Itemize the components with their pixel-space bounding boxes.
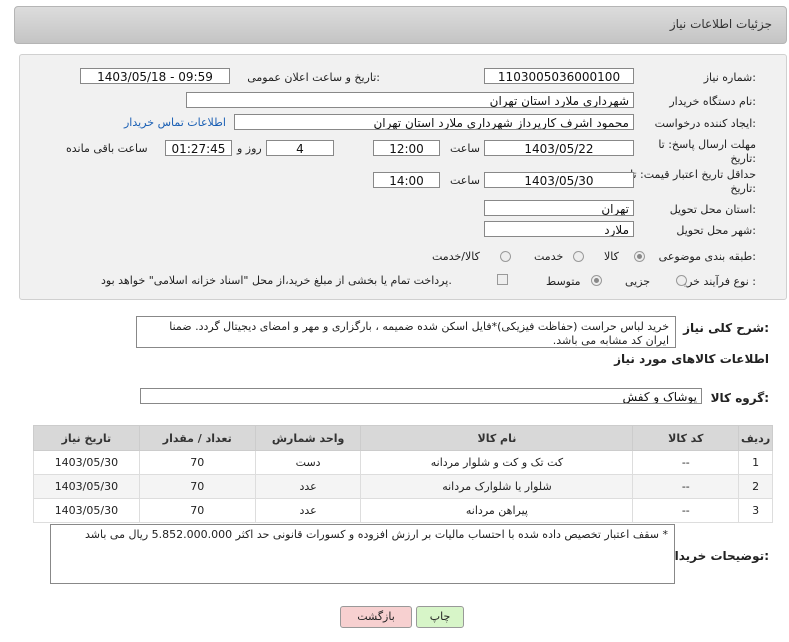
creator-label: ایجاد کننده درخواست: xyxy=(654,117,756,130)
treasury-payment-checkbox[interactable] xyxy=(497,274,508,285)
col-name-header: نام کالا xyxy=(360,425,634,451)
remaining-time-label: ساعت باقی مانده xyxy=(66,142,148,155)
description-label: شرح کلی نیاز: xyxy=(683,321,769,335)
row-unit: دست xyxy=(254,450,362,475)
row-qty: 70 xyxy=(138,498,256,523)
row-qty: 70 xyxy=(138,474,256,499)
process-label: نوع فرآیند خرید : xyxy=(678,275,756,288)
buyer-contact-link[interactable]: اطلاعات تماس خریدار xyxy=(124,116,226,129)
remaining-time-field: 01:27:45 xyxy=(165,140,232,156)
buyer-notes-label: توضیحات خریدار: xyxy=(667,549,769,563)
process-minor-label: جزیی xyxy=(625,275,651,288)
row-name: کت تک و کت و شلوار مردانه xyxy=(360,450,634,475)
category-goods-radio[interactable] xyxy=(634,251,645,262)
city-label: شهر محل تحویل: xyxy=(676,224,756,237)
row-number: 3 xyxy=(738,498,773,523)
price-validity-label: حداقل تاریخ اعتبار قیمت: تا xyxy=(630,168,756,181)
page-header: جزئیات اطلاعات نیاز xyxy=(14,6,787,44)
print-button[interactable]: چاپ xyxy=(416,606,464,628)
row-name: پیراهن مردانه xyxy=(360,498,634,523)
table-row: 2 -- شلوار یا شلوارک مردانه عدد 70 1403/… xyxy=(33,474,773,499)
reply-time-label: ساعت xyxy=(450,142,480,155)
process-minor-radio[interactable] xyxy=(676,275,687,286)
goods-group-field: پوشاک و کفش xyxy=(140,388,702,404)
days-remaining-field: 4 xyxy=(266,140,334,156)
category-service-radio[interactable] xyxy=(573,251,584,262)
row-number: 1 xyxy=(738,450,773,475)
back-button[interactable]: بازگشت xyxy=(340,606,412,628)
price-time-label: ساعت xyxy=(450,174,480,187)
goods-group-label: گروه کالا: xyxy=(710,391,769,405)
goods-section-title: اطلاعات کالاهای مورد نیاز xyxy=(614,352,769,366)
row-code: -- xyxy=(632,474,740,499)
row-unit: عدد xyxy=(254,474,362,499)
price-time-field: 14:00 xyxy=(373,172,440,188)
row-date: 1403/05/30 xyxy=(33,498,140,523)
reply-deadline-label-date: تاریخ: xyxy=(730,152,756,165)
page-title: جزئیات اطلاعات نیاز xyxy=(669,17,772,31)
need-number-label: شماره نیاز: xyxy=(703,71,756,84)
province-field: تهران xyxy=(484,200,634,216)
table-row: 3 -- پیراهن مردانه عدد 70 1403/05/30 xyxy=(33,498,773,523)
price-validity-label-date: تاریخ: xyxy=(730,182,756,195)
buyer-org-label: نام دستگاه خریدار: xyxy=(669,95,756,108)
row-unit: عدد xyxy=(254,498,362,523)
days-label: روز و xyxy=(237,142,262,155)
table-row: 1 -- کت تک و کت و شلوار مردانه دست 70 14… xyxy=(33,450,773,475)
reply-deadline-label: مهلت ارسال پاسخ: تا xyxy=(658,138,756,151)
row-date: 1403/05/30 xyxy=(33,450,140,475)
buyer-org-field: شهرداری ملارد استان تهران xyxy=(186,92,634,108)
treasury-payment-note: پرداخت تمام یا بخشی از مبلغ خرید،از محل … xyxy=(101,274,452,287)
need-number-field: 1103005036000100 xyxy=(484,68,634,84)
col-date-header: تاریخ نیاز xyxy=(33,425,140,451)
province-label: استان محل تحویل: xyxy=(669,203,756,216)
row-code: -- xyxy=(632,450,740,475)
col-unit-header: واحد شمارش xyxy=(254,425,362,451)
row-number: 2 xyxy=(738,474,773,499)
category-goods-label: کالا xyxy=(604,250,619,263)
category-label: طبقه بندی موضوعی: xyxy=(658,250,756,263)
creator-field: محمود اشرف کارپرداز شهرداری ملارد استان … xyxy=(234,114,634,130)
row-date: 1403/05/30 xyxy=(33,474,140,499)
goods-table: ردیف کد کالا نام کالا واحد شمارش تعداد /… xyxy=(33,425,773,523)
price-date-field: 1403/05/30 xyxy=(484,172,634,188)
col-row-header: ردیف xyxy=(738,425,773,451)
row-qty: 70 xyxy=(138,450,256,475)
category-goods-service-radio[interactable] xyxy=(500,251,511,262)
city-field: ملارد xyxy=(484,221,634,237)
process-medium-label: متوسط xyxy=(546,275,581,288)
col-code-header: کد کالا xyxy=(632,425,740,451)
category-goods-service-label: کالا/خدمت xyxy=(432,250,480,263)
process-medium-radio[interactable] xyxy=(591,275,602,286)
col-qty-header: تعداد / مقدار xyxy=(138,425,256,451)
reply-time-field: 12:00 xyxy=(373,140,440,156)
reply-date-field: 1403/05/22 xyxy=(484,140,634,156)
table-header-row: ردیف کد کالا نام کالا واحد شمارش تعداد /… xyxy=(33,425,773,451)
announce-date-label: تاریخ و ساعت اعلان عمومی: xyxy=(247,71,380,84)
row-code: -- xyxy=(632,498,740,523)
announce-date-field: 1403/05/18 - 09:59 xyxy=(80,68,230,84)
row-name: شلوار یا شلوارک مردانه xyxy=(360,474,634,499)
category-service-label: خدمت xyxy=(534,250,564,263)
buyer-notes-textarea[interactable]: * سقف اعتبار تخصیص داده شده با احتساب ما… xyxy=(50,524,675,584)
description-textarea[interactable]: خرید لباس حراست (حفاظت فیزیکی)*فایل اسکن… xyxy=(136,316,676,348)
